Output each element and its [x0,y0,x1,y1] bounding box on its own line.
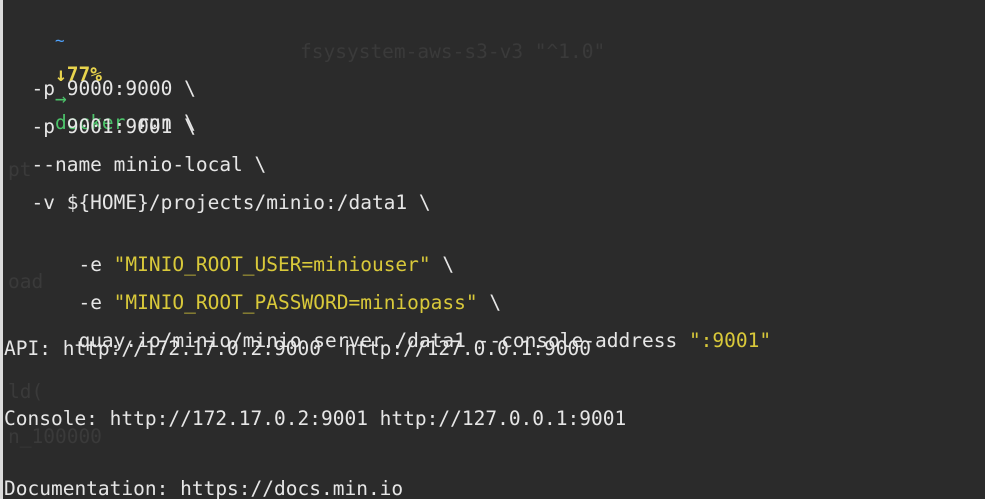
env-arg-line: -e "MINIO_ROOT_USER=miniouser" \ [8,229,454,276]
command-arg-line: -p 9000:9000 \ [8,77,196,100]
ghost-text: ld( [8,380,44,403]
window-edge [0,0,3,499]
prompt-directory-line: ~ [8,4,65,50]
command-arg-line: -p 9001:9001 \ [8,115,196,138]
terminal-window[interactable]: fsysystem-aws-s3-v3 "^1.0" pt oad ld( n_… [0,0,985,499]
output-documentation-line: Documentation: https://docs.min.io [4,477,404,499]
console-address-value: ":9001" [688,329,772,352]
ghost-text: fsysystem-aws-s3-v3 "^1.0" [300,40,606,63]
output-console-line: Console: http://172.17.0.2:9001 http://1… [4,407,627,430]
command-arg-line: --name minio-local \ [8,153,267,176]
output-api-line: API: http://172.17.0.2:9000 http://127.0… [4,337,591,360]
command-arg-line: -v ${HOME}/projects/minio:/data1 \ [8,191,431,214]
prompt-command-line: ↓77% → docker run \ [8,39,196,134]
image-arg-line: quay.io/minio/minio server /data1 --cons… [8,305,771,352]
env-arg-line: -e "MINIO_ROOT_PASSWORD=miniopass" \ [8,267,501,314]
